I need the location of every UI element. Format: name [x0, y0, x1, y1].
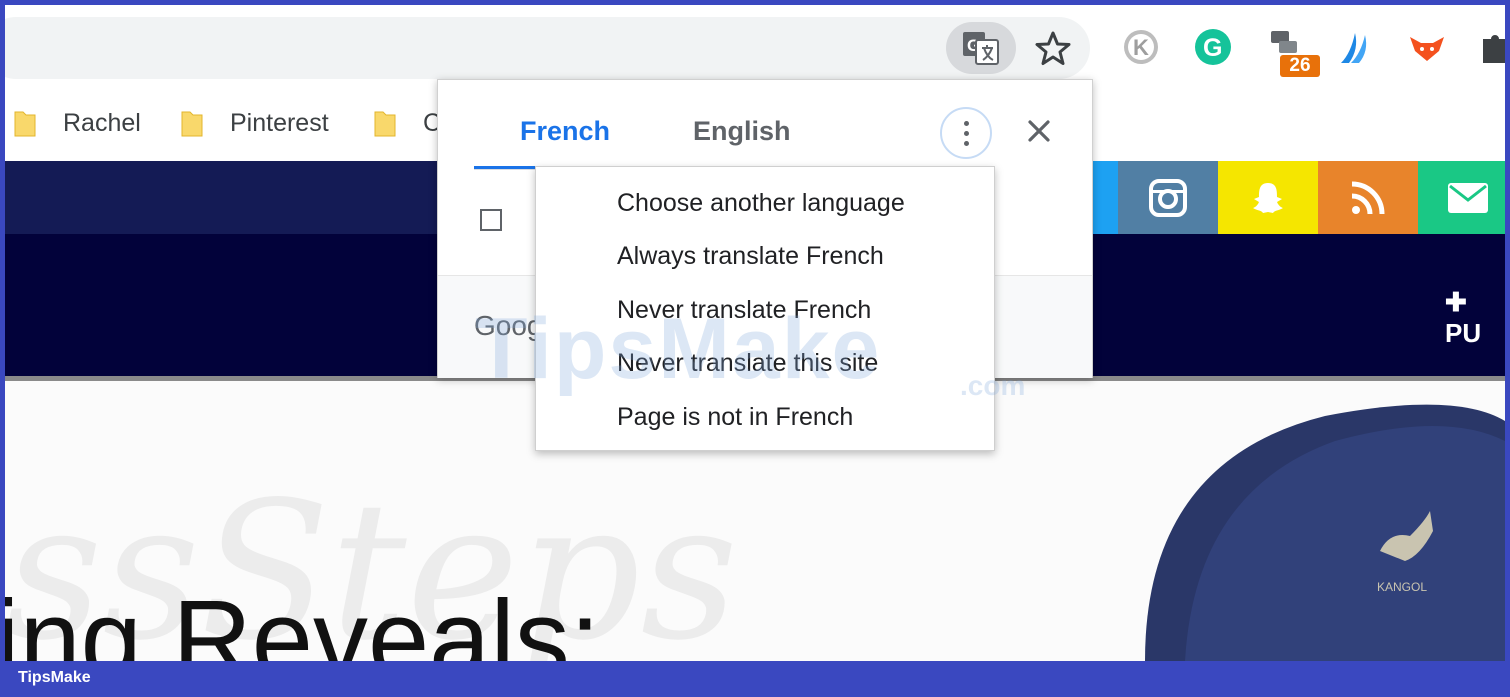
- source-banner: TipsMake: [0, 661, 1510, 697]
- dot: [963, 120, 969, 126]
- folder-icon: [374, 111, 396, 137]
- email-link[interactable]: [1418, 161, 1505, 234]
- rss-link[interactable]: [1318, 161, 1418, 234]
- instagram-icon: [1149, 178, 1187, 217]
- menu-item-choose-language[interactable]: Choose another language: [617, 183, 905, 223]
- article-headline: ing Reveals:: [5, 578, 601, 661]
- tab-english[interactable]: English: [693, 116, 791, 147]
- menu-item-always-translate[interactable]: Always translate French: [617, 236, 884, 276]
- k-extension-button[interactable]: K: [1121, 27, 1161, 67]
- bookmark-folder-pinterest[interactable]: Pinterest: [180, 105, 329, 141]
- grammarly-icon: G: [1195, 29, 1231, 65]
- extensions-button[interactable]: [1477, 27, 1505, 67]
- menu-item-not-in-french[interactable]: Page is not in French: [617, 397, 853, 437]
- article-photo: KANGOL: [1145, 404, 1505, 661]
- bookmark-folder-c[interactable]: C: [373, 105, 441, 141]
- tab-french[interactable]: French: [520, 116, 610, 147]
- browser-toolbar: G K G 26: [5, 5, 1505, 80]
- snapchat-link[interactable]: [1218, 161, 1318, 234]
- close-icon[interactable]: [1026, 118, 1052, 144]
- wing-extension-button[interactable]: [1337, 27, 1377, 67]
- dot: [963, 140, 969, 146]
- extension-badge: 26: [1280, 55, 1320, 77]
- mail-icon: [1448, 182, 1488, 213]
- fox-extension-button[interactable]: [1407, 27, 1447, 67]
- fox-extension-icon: [1410, 37, 1444, 61]
- translate-button[interactable]: G: [946, 22, 1016, 74]
- svg-text:G: G: [1203, 34, 1222, 62]
- folder-icon: [14, 111, 36, 137]
- folder-icon: [181, 111, 203, 137]
- grammarly-button[interactable]: G: [1193, 27, 1233, 67]
- bookmark-folder-rachel[interactable]: Rachel: [13, 105, 141, 141]
- publish-link[interactable]: ✚ PU: [1445, 287, 1505, 349]
- address-bar[interactable]: [5, 17, 1090, 79]
- browser-window: G K G 26 Rachel Pinterest C ✚ PU ssSteps…: [5, 5, 1505, 661]
- rss-icon: [1351, 181, 1385, 214]
- bookmark-star-button[interactable]: [1031, 27, 1075, 71]
- svg-text:KANGOL: KANGOL: [1377, 580, 1427, 594]
- wing-extension-icon: [1341, 33, 1367, 63]
- star-icon: [1035, 31, 1071, 65]
- watermark-domain: .com: [960, 370, 1026, 401]
- bookmark-label: Pinterest: [230, 108, 329, 137]
- svg-text:K: K: [1133, 35, 1149, 60]
- puzzle-icon: [1483, 35, 1505, 63]
- source-label: TipsMake: [18, 669, 91, 686]
- instagram-link[interactable]: [1118, 161, 1218, 234]
- dot: [963, 130, 969, 136]
- snapchat-icon: [1253, 182, 1283, 213]
- bookmark-label: Rachel: [63, 108, 141, 137]
- translate-icon: G: [963, 32, 999, 65]
- k-extension-icon: K: [1124, 30, 1158, 64]
- always-translate-checkbox[interactable]: [480, 209, 502, 231]
- watermark: TipsMake: [475, 301, 882, 397]
- more-options-button[interactable]: [940, 107, 992, 159]
